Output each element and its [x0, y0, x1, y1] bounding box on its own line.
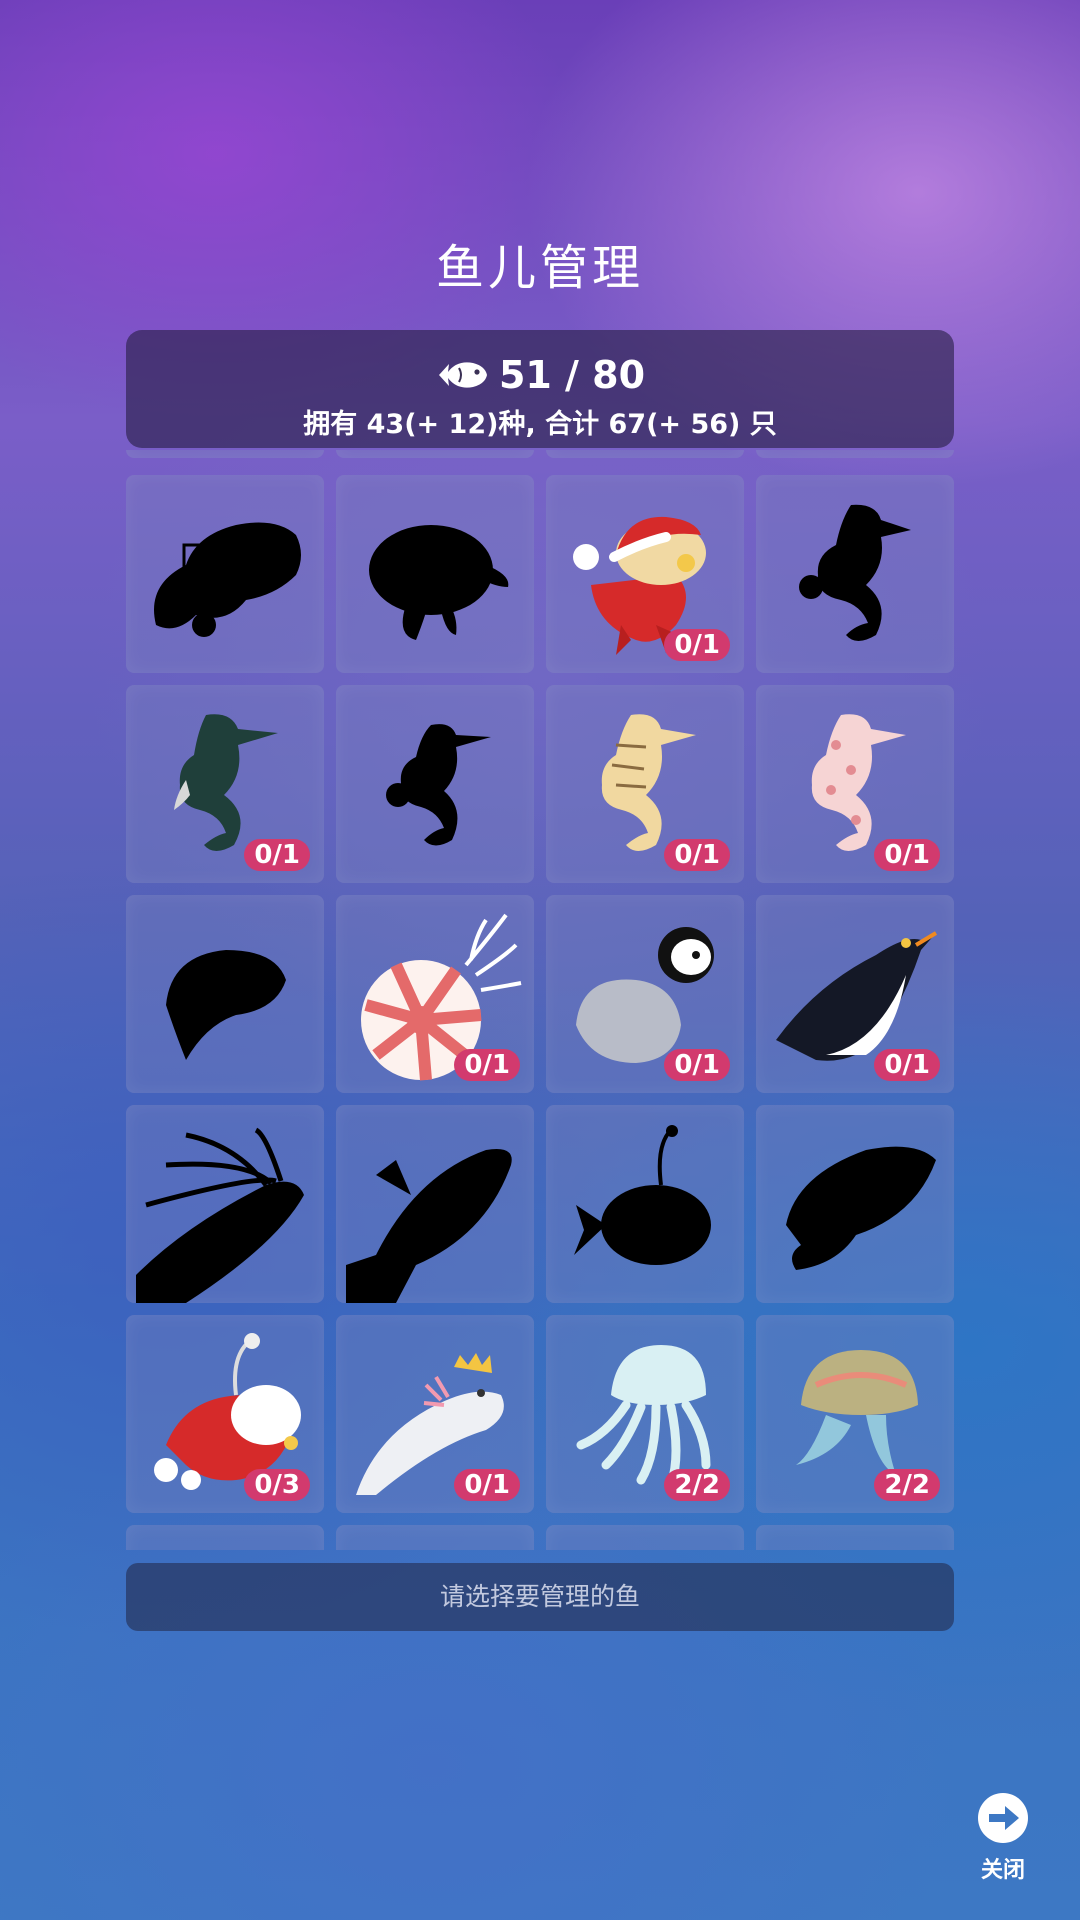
fish-tile[interactable]: [336, 1105, 534, 1303]
selection-hint: 请选择要管理的鱼: [126, 1563, 954, 1631]
fish-count-badge: 0/3: [244, 1469, 310, 1501]
fish-count-badge: 0/1: [664, 629, 730, 661]
seahorse-silhouette-icon: [386, 724, 491, 846]
fish-tile[interactable]: [126, 475, 324, 673]
anglerfish-silhouette-icon: [154, 522, 301, 637]
fish-tile[interactable]: [336, 475, 534, 673]
fish-tile[interactable]: [546, 450, 744, 458]
fish-count-badge: 0/1: [664, 839, 730, 871]
fish-count-badge: 0/1: [454, 1049, 520, 1081]
fish-count-badge: 0/1: [874, 1049, 940, 1081]
fish-count-badge: 0/1: [874, 839, 940, 871]
fish-tile[interactable]: 0/1: [546, 895, 744, 1093]
fish-silhouette-icon: [786, 1146, 936, 1270]
fish-tile[interactable]: 0/3: [126, 1315, 324, 1513]
fish-count-badge: 2/2: [664, 1469, 730, 1501]
fish-silhouette-icon: [346, 1149, 512, 1303]
shrimp-silhouette-icon: [136, 1127, 304, 1303]
fish-tile[interactable]: [126, 1105, 324, 1303]
fish-tile[interactable]: [336, 1525, 534, 1550]
fish-tile[interactable]: 0/1: [336, 1315, 534, 1513]
close-label: 关闭: [980, 1858, 1025, 1883]
fish-tile[interactable]: [756, 475, 954, 673]
fish-grid: 0/1 0/1 0/1 0/1 0/1 0/1 0/1 0/3 0/1 2/2 …: [126, 450, 954, 1550]
fish-tile[interactable]: 2/2: [546, 1315, 744, 1513]
turtle-silhouette-icon: [369, 525, 509, 640]
fish-tile[interactable]: 0/1: [546, 475, 744, 673]
seahorse-silhouette-icon: [799, 504, 911, 641]
fish-tile[interactable]: 2/2: [756, 1315, 954, 1513]
fish-icon: [438, 362, 487, 388]
fish-tile[interactable]: [546, 1525, 744, 1550]
isopod-silhouette-icon: [166, 950, 286, 1060]
fish-tile[interactable]: 0/1: [756, 685, 954, 883]
stats-panel: 51 / 80 拥有 43(+ 12)种, 合计 67(+ 56) 只: [126, 330, 954, 448]
fish-tile[interactable]: [126, 895, 324, 1093]
fish-tile[interactable]: 0/1: [126, 685, 324, 883]
fish-tile[interactable]: [546, 1105, 744, 1303]
fish-tile[interactable]: [756, 1525, 954, 1550]
fish-count-badge: 0/1: [664, 1049, 730, 1081]
fish-tile[interactable]: 0/1: [546, 685, 744, 883]
fish-tile[interactable]: 0/1: [336, 895, 534, 1093]
fish-tile[interactable]: [756, 450, 954, 458]
fish-tile[interactable]: [336, 685, 534, 883]
fish-tile[interactable]: [336, 450, 534, 458]
collection-summary: 拥有 43(+ 12)种, 合计 67(+ 56) 只: [303, 409, 777, 440]
fish-count-badge: 0/1: [454, 1469, 520, 1501]
fish-count-badge: 2/2: [874, 1469, 940, 1501]
fish-count: 51 / 80: [498, 353, 646, 397]
fish-tile[interactable]: [126, 1525, 324, 1550]
arrow-right-circle-icon: [978, 1793, 1028, 1843]
fish-tile[interactable]: [126, 450, 324, 458]
close-button[interactable]: 关闭: [958, 1792, 1048, 1884]
page-title: 鱼儿管理: [435, 240, 644, 296]
fish-tile[interactable]: 0/1: [756, 895, 954, 1093]
fish-tile[interactable]: [756, 1105, 954, 1303]
anglerfish-silhouette-icon: [574, 1125, 711, 1265]
fish-count-badge: 0/1: [244, 839, 310, 871]
